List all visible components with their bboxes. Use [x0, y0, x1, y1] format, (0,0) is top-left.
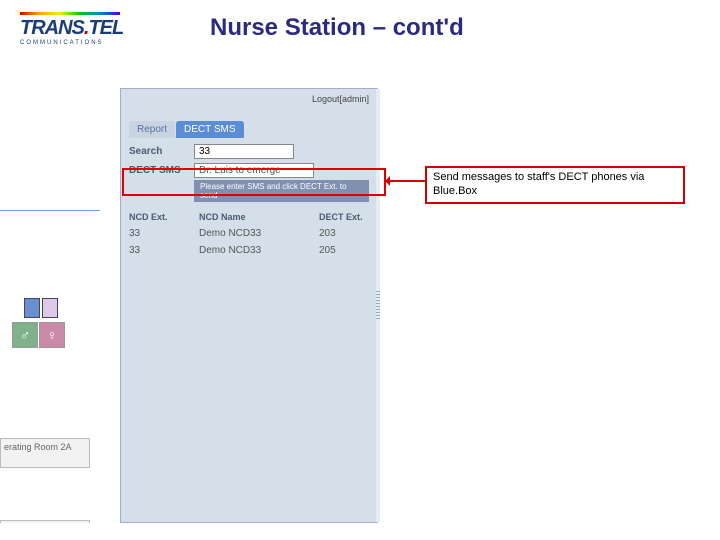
panel-resizer[interactable] [376, 89, 380, 522]
slide-title: Nurse Station – cont'd [210, 14, 464, 42]
floorplan-room-label: erating Room 2A [0, 438, 90, 468]
col-ncd-ext: NCD Ext. [129, 212, 199, 222]
logo-text-left: TRANS [20, 17, 84, 39]
logo-subtitle: COMMUNICATIONS [20, 40, 160, 46]
floorplan-badge-icon [24, 298, 40, 318]
search-input[interactable] [194, 144, 294, 159]
col-dect-ext: DECT Ext. [319, 212, 369, 222]
female-restroom-icon: ♀ [39, 322, 65, 348]
callout-text: Send messages to staff's DECT phones via… [425, 166, 685, 204]
male-restroom-icon: ♂ [12, 322, 38, 348]
tab-dect-sms[interactable]: DECT SMS [176, 121, 244, 138]
col-ncd-name: NCD Name [199, 212, 319, 222]
logo: TRANS.TEL COMMUNICATIONS [20, 10, 160, 46]
search-label: Search [129, 146, 194, 157]
logo-text-right: TEL [88, 17, 123, 39]
sms-hint: Please enter SMS and click DECT Ext. to … [194, 180, 369, 202]
floorplan-room-label: erating Room 2B [0, 520, 90, 523]
floorplan-badge-icon [42, 298, 58, 318]
app-screenshot: ♂ ♀ erating Room 2A erating Room 2B Logo… [0, 88, 380, 523]
floorplan-snippet: ♂ ♀ erating Room 2A erating Room 2B [0, 298, 90, 523]
logout-link[interactable]: Logout[admin] [312, 94, 369, 104]
tab-report[interactable]: Report [129, 121, 175, 138]
sms-input[interactable] [194, 163, 314, 178]
sms-label: DECT SMS [129, 165, 194, 176]
table-row[interactable]: 33 Demo NCD33 203 [129, 225, 369, 242]
callout-arrow [386, 180, 426, 182]
results-table: NCD Ext. NCD Name DECT Ext. 33 Demo NCD3… [129, 209, 369, 259]
dect-sms-panel: Logout[admin] Report DECT SMS Search DEC… [120, 88, 378, 523]
table-row[interactable]: 33 Demo NCD33 205 [129, 242, 369, 259]
